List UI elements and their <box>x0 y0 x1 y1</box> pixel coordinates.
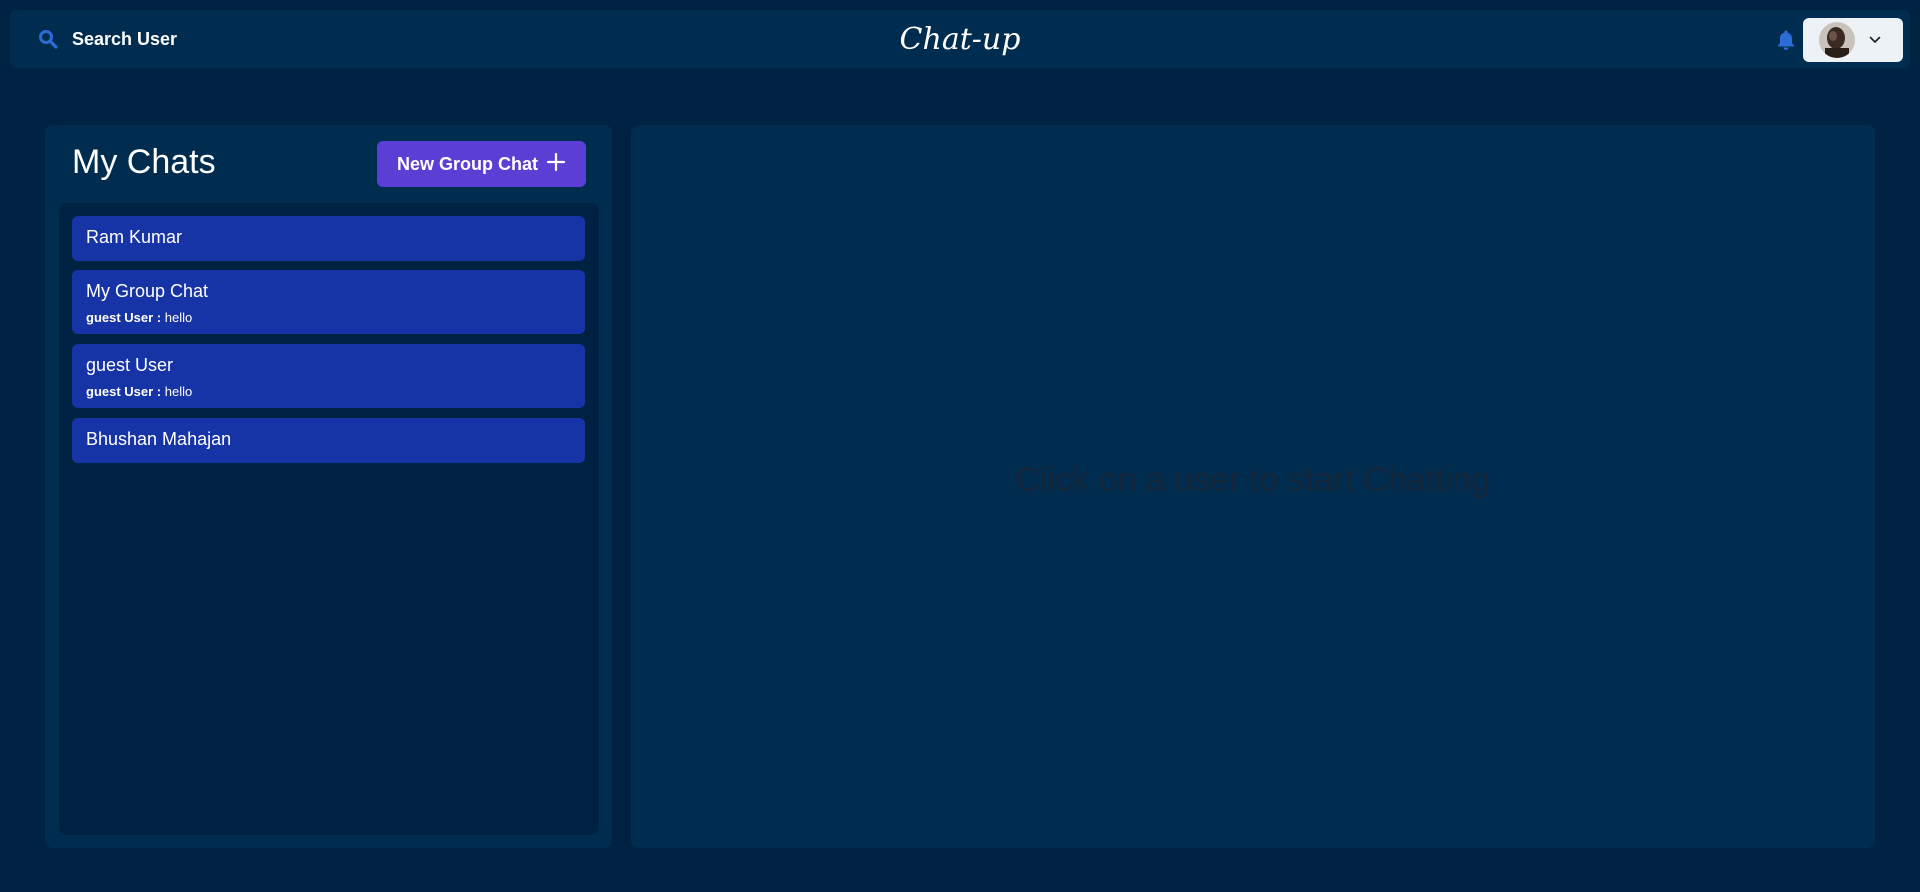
chat-item-guest-user[interactable]: guest User guest User : hello <box>72 344 585 408</box>
avatar <box>1819 22 1855 58</box>
chat-name: guest User <box>86 355 174 375</box>
bell-icon[interactable] <box>1776 29 1796 56</box>
last-message-sender: guest User : <box>86 310 162 325</box>
chat-last-message: guest User : hello <box>86 384 192 399</box>
new-group-chat-label: New Group Chat <box>396 153 538 174</box>
app-title: Chat-up <box>899 22 1021 57</box>
chat-item-bhushan-mahajan[interactable]: Bhushan Mahajan <box>72 418 585 463</box>
chat-last-message: guest User : hello <box>86 310 192 325</box>
search-icon <box>38 29 58 49</box>
last-message-text: hello <box>164 310 193 325</box>
new-group-chat-button[interactable]: New Group Chat <box>377 141 586 187</box>
chat-name: Bhushan Mahajan <box>86 429 232 449</box>
my-chats-title: My Chats <box>72 143 216 181</box>
plus-icon <box>546 152 566 177</box>
top-bar: Search User Chat-up <box>10 10 1910 68</box>
chat-list: Ram Kumar My Group Chat guest User : hel… <box>59 203 599 835</box>
chat-name: My Group Chat <box>86 281 209 301</box>
conversation-panel: Click on a user to start Chatting <box>631 125 1875 848</box>
search-user-button[interactable]: Search User <box>38 24 177 54</box>
my-chats-panel: My Chats New Group Chat Ram Kumar My Gro… <box>45 125 612 848</box>
chevron-down-icon <box>1869 31 1881 49</box>
profile-menu-button[interactable] <box>1803 18 1903 62</box>
empty-chat-message: Click on a user to start Chatting <box>1015 461 1491 499</box>
last-message-sender: guest User : <box>86 384 162 399</box>
search-user-label: Search User <box>72 28 178 49</box>
chat-item-ram-kumar[interactable]: Ram Kumar <box>72 216 585 261</box>
last-message-text: hello <box>164 384 193 399</box>
chat-name: Ram Kumar <box>86 227 183 247</box>
chat-item-my-group-chat[interactable]: My Group Chat guest User : hello <box>72 270 585 334</box>
